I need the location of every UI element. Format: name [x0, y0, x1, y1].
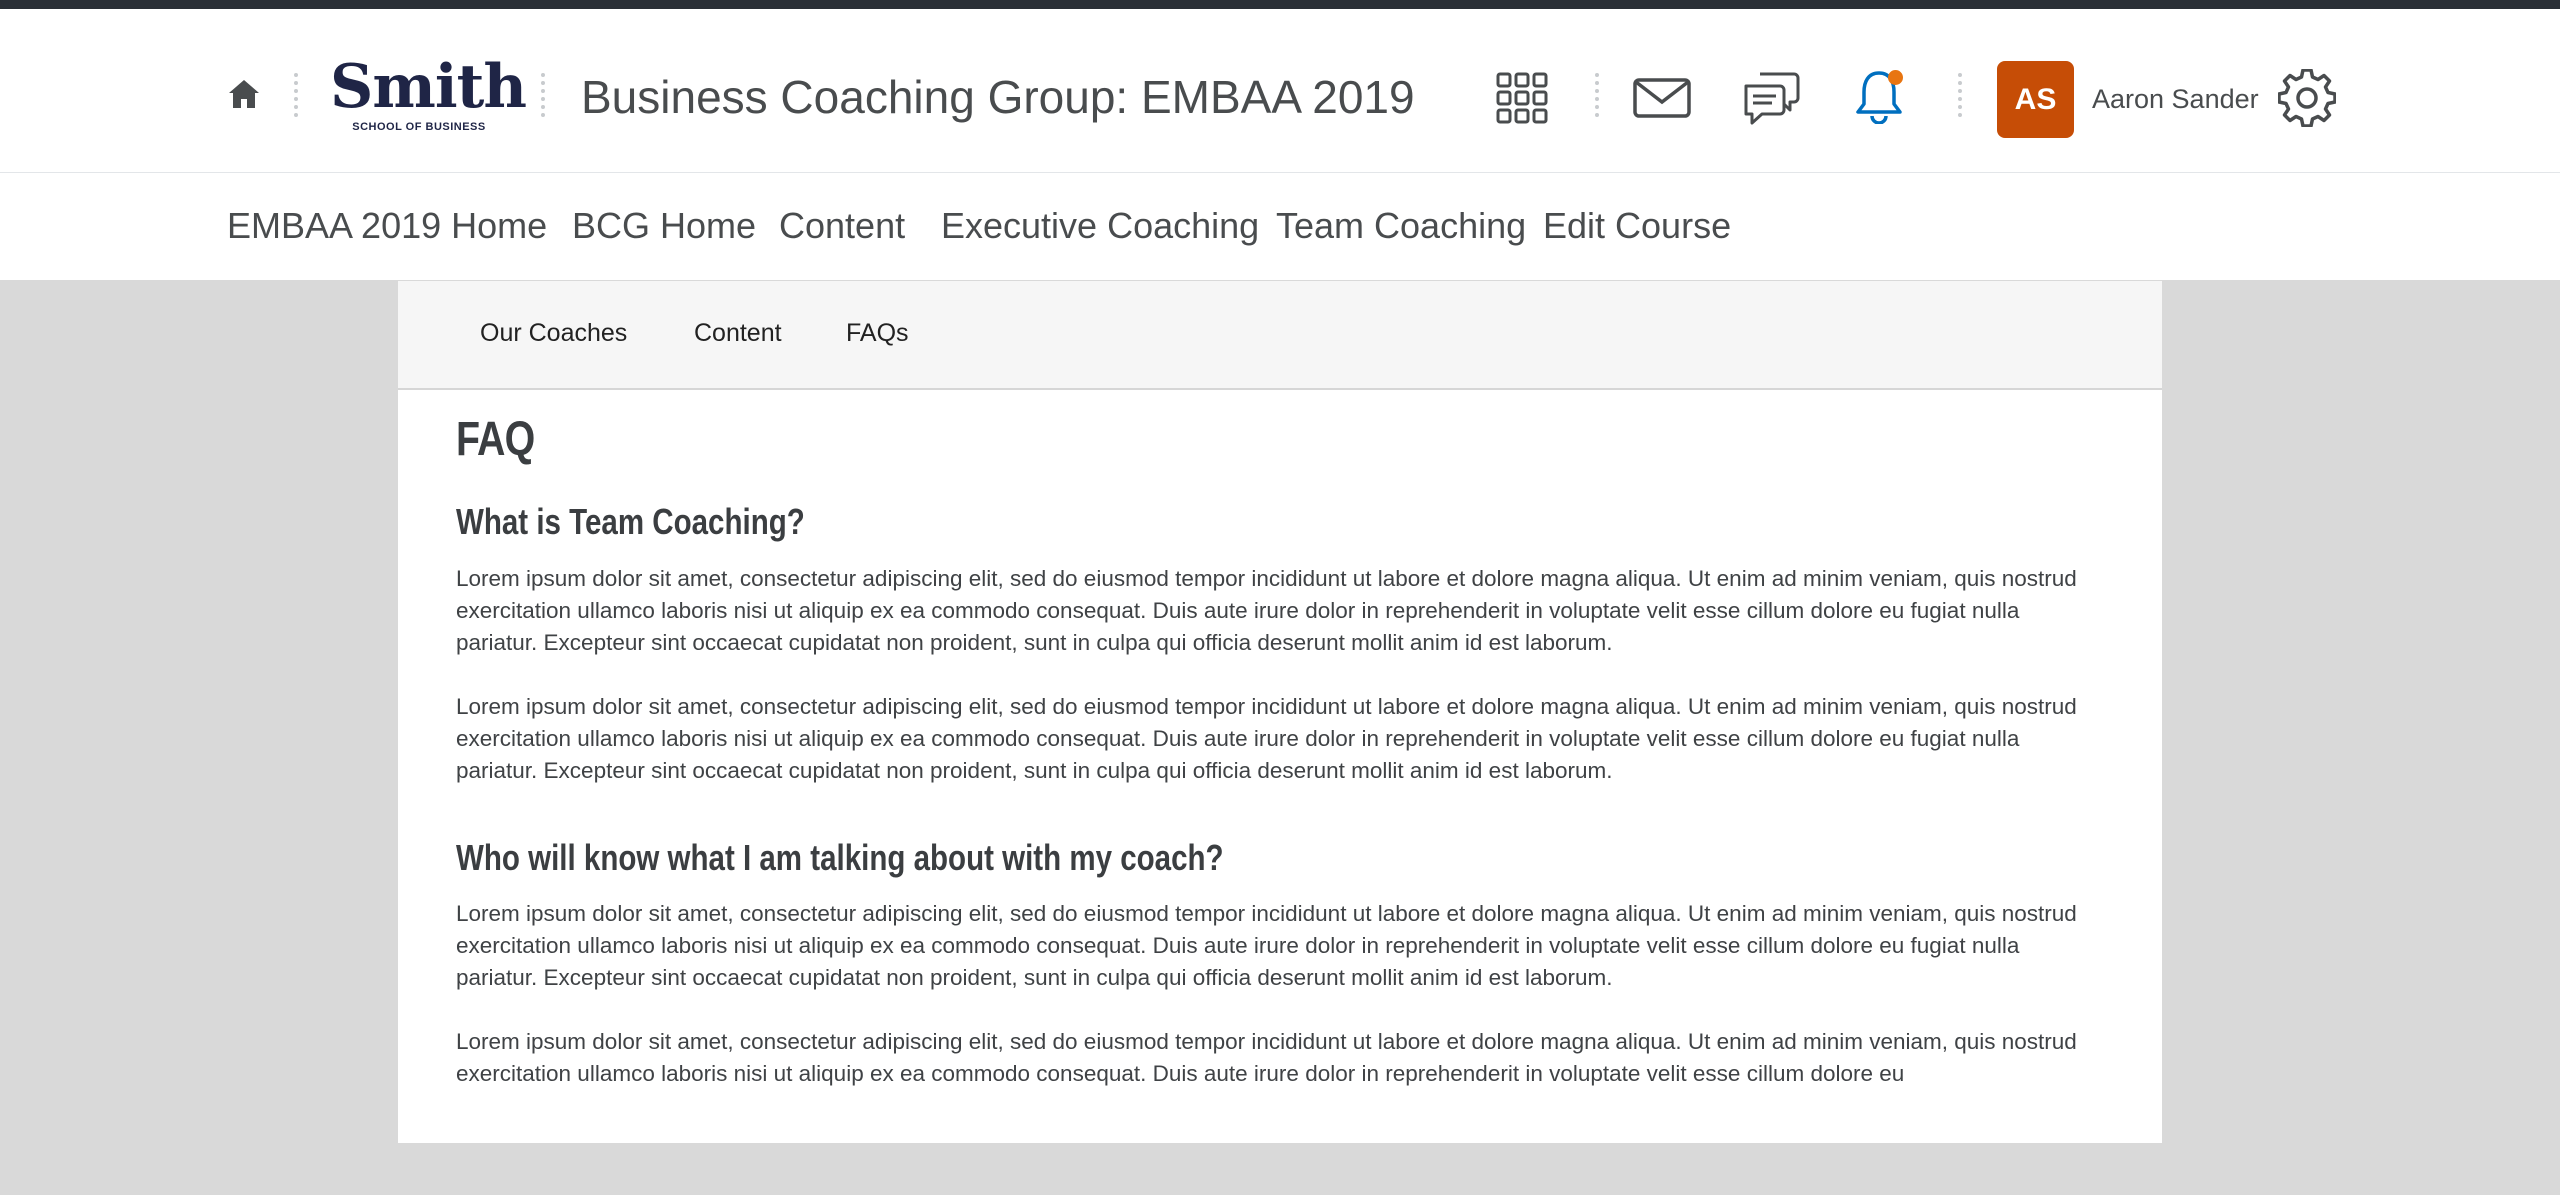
faq-answer-paragraph: Lorem ipsum dolor sit amet, consectetur …: [456, 566, 2077, 655]
apps-button[interactable]: [1490, 66, 1554, 130]
home-button[interactable]: [225, 75, 263, 113]
nav-item-content[interactable]: Content: [779, 203, 905, 249]
apps-grid-icon: [1496, 72, 1548, 124]
logo-wordmark: Smith: [330, 52, 527, 122]
settings-button[interactable]: [2275, 66, 2339, 130]
top-strip: [0, 0, 2560, 9]
faq-question: Who will know what I am talking about wi…: [456, 837, 1224, 878]
home-icon: [229, 80, 259, 108]
separator: [541, 73, 545, 117]
subnav-item-faqs[interactable]: FAQs: [846, 317, 909, 349]
user-name[interactable]: Aaron Sander: [2092, 79, 2259, 119]
nav-item-bcg-home[interactable]: BCG Home: [572, 203, 756, 249]
avatar[interactable]: AS: [1997, 61, 2074, 138]
faq-answer-paragraph: Lorem ipsum dolor sit amet, consectetur …: [456, 1029, 2077, 1086]
subnav-item-our-coaches[interactable]: Our Coaches: [480, 317, 627, 349]
course-title[interactable]: Business Coaching Group: EMBAA 2019: [581, 67, 1415, 127]
faq-answer-paragraph: Lorem ipsum dolor sit amet, consectetur …: [456, 901, 2077, 990]
separator: [1958, 73, 1962, 117]
faq-answer-paragraph: Lorem ipsum dolor sit amet, consectetur …: [456, 694, 2077, 783]
content-card: Our Coaches Content FAQs FAQ What is Tea…: [398, 281, 2162, 1143]
nav-item-team-coaching[interactable]: Team Coaching: [1276, 203, 1526, 249]
mail-button[interactable]: [1630, 66, 1694, 130]
notifications-button[interactable]: [1847, 64, 1911, 128]
mail-icon: [1633, 78, 1691, 118]
separator: [1595, 73, 1599, 117]
nav-item-executive-coaching[interactable]: Executive Coaching: [941, 203, 1259, 249]
page-title: FAQ: [456, 413, 535, 466]
header: Smith SCHOOL OF BUSINESS Business Coachi…: [0, 9, 2560, 173]
separator: [294, 73, 298, 117]
school-logo[interactable]: Smith SCHOOL OF BUSINESS: [330, 52, 527, 139]
course-navbar: EMBAA 2019 Home BCG Home Content Executi…: [0, 173, 2560, 280]
notification-dot: [1888, 70, 1903, 85]
nav-item-edit-course[interactable]: Edit Course: [1543, 203, 1731, 249]
chat-button[interactable]: [1739, 66, 1803, 130]
logo-subtitle: SCHOOL OF BUSINESS: [352, 121, 486, 133]
chat-icon: [1744, 72, 1800, 125]
nav-item-embaa-home[interactable]: EMBAA 2019 Home: [227, 203, 547, 249]
subnav-item-content[interactable]: Content: [694, 317, 782, 349]
sub-navigation: Our Coaches Content FAQs: [398, 281, 2162, 390]
faq-question: What is Team Coaching?: [456, 501, 805, 542]
gear-icon: [2278, 69, 2336, 127]
